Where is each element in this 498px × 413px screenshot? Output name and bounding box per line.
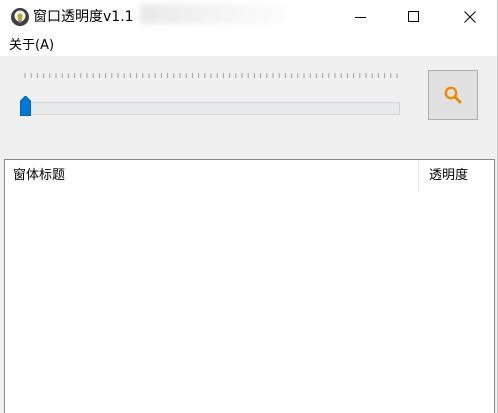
minimize-button[interactable] — [338, 0, 384, 34]
column-header-opacity[interactable]: 透明度 — [419, 160, 494, 192]
title-bar[interactable]: 窗口透明度v1.1 — [0, 0, 497, 34]
app-icon — [11, 8, 29, 26]
maximize-button[interactable] — [391, 0, 437, 34]
slider-track[interactable] — [22, 102, 400, 115]
list-body[interactable] — [5, 192, 494, 412]
search-button[interactable] — [428, 70, 478, 120]
blurred-title-region — [140, 4, 300, 24]
slider-ticks — [24, 73, 398, 78]
list-header: 窗体标题 透明度 — [5, 160, 494, 192]
menu-about[interactable]: 关于(A) — [9, 38, 54, 54]
column-header-window-title[interactable]: 窗体标题 — [5, 160, 419, 192]
close-icon — [464, 11, 476, 23]
window-title: 窗口透明度v1.1 — [33, 9, 134, 25]
search-icon — [444, 86, 462, 104]
opacity-slider[interactable] — [16, 72, 404, 116]
minimize-icon — [355, 17, 366, 18]
app-window: 窗口透明度v1.1 关于(A) 窗体标题 透明度 — [0, 0, 498, 413]
window-list[interactable]: 窗体标题 透明度 — [4, 159, 495, 413]
close-button[interactable] — [447, 0, 493, 34]
slider-thumb[interactable] — [20, 96, 31, 116]
maximize-icon — [408, 11, 419, 22]
menu-bar: 关于(A) — [0, 34, 497, 56]
toolbar — [0, 56, 497, 158]
